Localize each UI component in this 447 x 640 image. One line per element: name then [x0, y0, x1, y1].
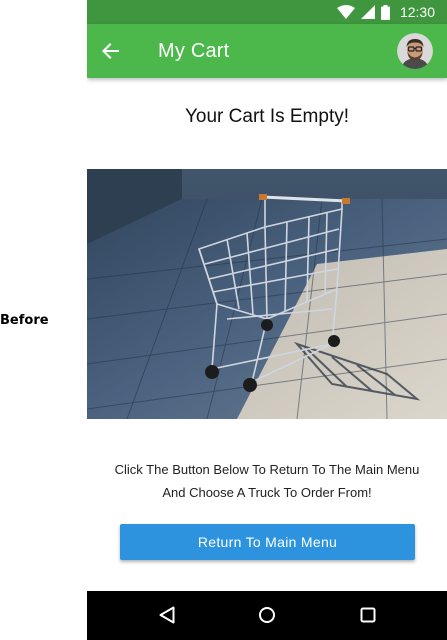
- empty-cart-heading: Your Cart Is Empty!: [184, 106, 350, 127]
- arrow-back-icon: [102, 42, 120, 60]
- app-title: My Cart: [158, 39, 230, 62]
- user-avatar[interactable]: [397, 33, 433, 69]
- app-bar: My Cart: [87, 24, 447, 78]
- status-bar: 12:30: [87, 0, 447, 24]
- nav-recents-button[interactable]: [356, 603, 380, 627]
- home-circle-icon: [258, 606, 276, 624]
- empty-cart-message: Click The Button Below To Return To The …: [87, 458, 447, 504]
- cellular-signal-icon: [360, 5, 375, 19]
- system-navigation-bar: [87, 591, 447, 640]
- nav-back-button[interactable]: [155, 603, 179, 627]
- back-button[interactable]: [87, 27, 135, 75]
- return-to-main-menu-button[interactable]: Return To Main Menu: [120, 524, 415, 560]
- back-triangle-icon: [159, 606, 175, 624]
- empty-shopping-cart-photo: [87, 169, 447, 419]
- page: Before 12:30 My Cart Your Cart Is Empty!…: [0, 0, 447, 640]
- status-time: 12:30: [399, 4, 435, 20]
- battery-icon: [380, 4, 390, 20]
- nav-home-button[interactable]: [255, 603, 279, 627]
- recents-square-icon: [360, 607, 376, 623]
- message-line-1: Click The Button Below To Return To The …: [114, 462, 420, 477]
- before-label: Before: [0, 313, 49, 328]
- message-line-2: And Choose A Truck To Order From!: [162, 485, 372, 500]
- phone-screen: 12:30 My Cart Your Cart Is Empty! Click …: [87, 0, 447, 640]
- wifi-icon: [336, 5, 355, 19]
